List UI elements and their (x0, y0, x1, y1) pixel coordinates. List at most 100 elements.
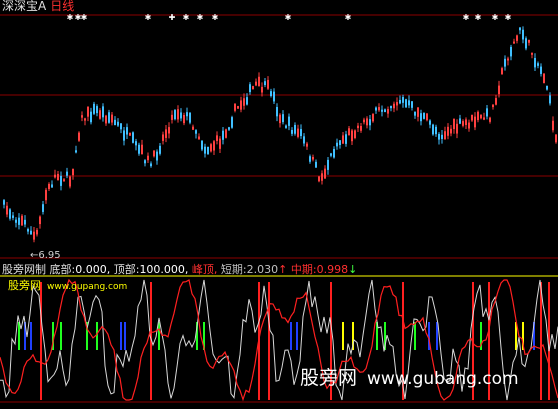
mid-label: 中期: (290, 263, 317, 276)
candle-body (156, 151, 158, 161)
candle-body (408, 100, 410, 106)
candle-body (312, 157, 314, 160)
candle-body (243, 98, 245, 106)
candle-body (96, 106, 98, 114)
candle-body (120, 123, 122, 130)
candle-body (543, 73, 545, 84)
signal-marker-icon: ✱ (183, 13, 190, 22)
candle-body (357, 125, 359, 129)
candle-body (33, 231, 35, 240)
candle-body (222, 130, 224, 140)
candle-body (162, 134, 164, 141)
chart-canvas[interactable]: ✱ ✱ ✱ ✱ ✚ ✱ ✱ ✱ ✱ ✱ ✱ ✱ ✱ ✱ (0, 0, 558, 409)
candle-body (150, 163, 152, 167)
candle-body (444, 131, 446, 140)
candle-body (450, 128, 452, 134)
candle-body (246, 97, 248, 105)
candle-body (129, 132, 131, 136)
candle-body (39, 216, 41, 225)
candle-body (207, 147, 209, 155)
candle-body (24, 219, 26, 225)
candle-body (267, 79, 269, 89)
candle-body (213, 141, 215, 151)
candle-body (300, 129, 302, 137)
top-label: 顶部: (113, 263, 140, 276)
candle-body (417, 107, 419, 117)
candle-body (225, 129, 227, 138)
candle-body (465, 119, 467, 126)
candle-body (192, 126, 194, 130)
candle-body (549, 95, 551, 104)
candle-body (204, 146, 206, 154)
candle-body (3, 200, 5, 205)
candle-body (552, 120, 554, 131)
candle-body (387, 109, 389, 114)
candle-body (396, 102, 398, 106)
candle-body (339, 140, 341, 145)
candle-body (90, 111, 92, 123)
candle-body (471, 114, 473, 121)
signal-marker-icon: ✚ (169, 13, 176, 22)
candle-body (66, 171, 68, 176)
candle-body (384, 109, 386, 113)
candle-body (9, 209, 11, 219)
candle-body (216, 135, 218, 142)
candle-body (42, 204, 44, 212)
short-up-arrow-icon: ↑ (278, 263, 288, 276)
candle-body (531, 52, 533, 55)
candle-body (15, 219, 17, 223)
timeframe-label[interactable]: 日线 (50, 0, 74, 13)
candle-body (432, 124, 434, 135)
candle-body (318, 176, 320, 182)
candle-body (378, 107, 380, 111)
brand-url: www.gubang.com (367, 369, 519, 389)
signal-marker-icon: ✱ (212, 13, 219, 22)
candle-body (147, 155, 149, 161)
candle-body (141, 144, 143, 154)
signal-marker-icon: ✱ (67, 13, 74, 22)
candle-body (462, 121, 464, 126)
candle-body (477, 111, 479, 121)
candle-body (501, 68, 503, 75)
stock-name: 深深宝A (2, 0, 47, 13)
candle-body (369, 119, 371, 126)
candle-body (429, 120, 431, 125)
candle-body (411, 101, 413, 108)
low-price-value: 6.95 (38, 250, 61, 261)
candle-body (51, 184, 53, 188)
candle-body (276, 107, 278, 117)
bottom-value: 0.000, (75, 263, 111, 276)
candle-body (447, 126, 449, 136)
signal-marker-icon: ✱ (463, 13, 470, 22)
candle-body (420, 113, 422, 122)
candle-body (18, 217, 20, 225)
candle-body (342, 135, 344, 144)
brand-site-name: 股旁网 (300, 367, 358, 389)
candle-body (159, 145, 161, 154)
signal-marker-icon: ✱ (492, 13, 499, 22)
indicator-bar (18, 322, 20, 350)
candle-body (405, 99, 407, 108)
candle-body (153, 150, 155, 157)
candle-body (555, 134, 557, 143)
candle-body (168, 127, 170, 134)
bottom-label: 底部: (49, 263, 76, 276)
indicator-name[interactable]: 股旁网制 (2, 263, 46, 276)
candle-body (270, 91, 272, 97)
candle-body (132, 132, 134, 143)
candle-body (351, 130, 353, 142)
short-value: 2.030 (246, 263, 279, 276)
candle-body (102, 106, 104, 118)
candle-body (360, 126, 362, 131)
candle-body (63, 179, 65, 182)
candle-body (297, 128, 299, 137)
candle-body (12, 215, 14, 218)
candle-body (345, 134, 347, 144)
candlesticks (3, 26, 557, 243)
indicator-header: 股旁网制 底部:0.000, 顶部:100.000, 峰顶, 短期:2.030↑… (2, 263, 357, 276)
candle-body (375, 107, 377, 111)
candle-body (426, 113, 428, 121)
candle-body (48, 183, 50, 190)
candle-body (195, 130, 197, 134)
candle-body (537, 63, 539, 66)
